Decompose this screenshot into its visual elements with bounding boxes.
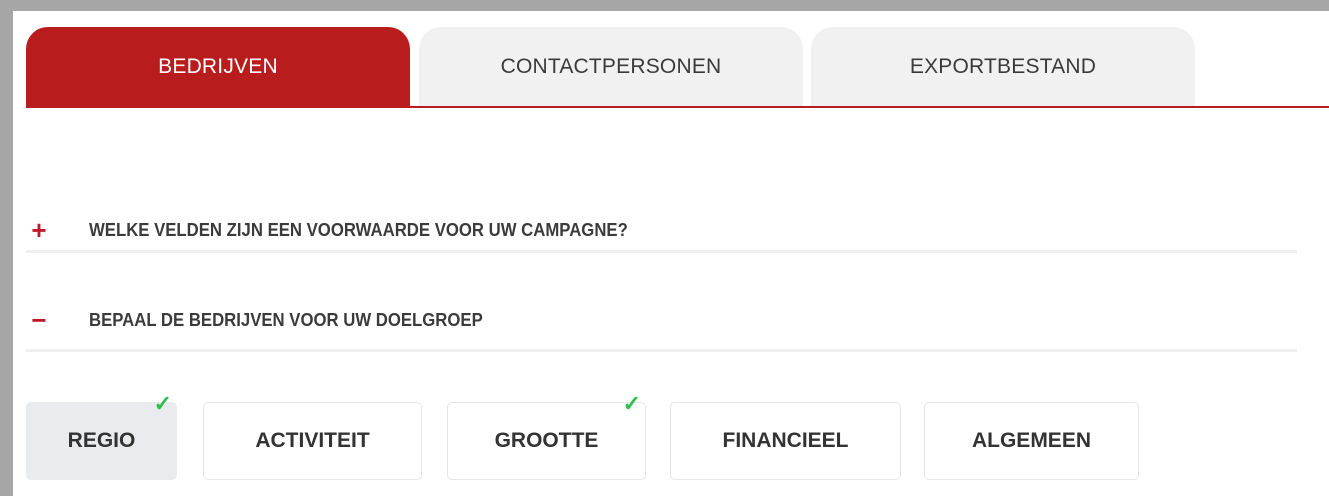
main-panel: BEDRIJVEN CONTACTPERSONEN EXPORTBESTAND … [13,11,1329,496]
minus-icon: − [31,305,47,335]
filter-grootte-label: GROOTTE [494,429,599,452]
section-voorwaarde-title: WELKE VELDEN ZIJN EEN VOORWAARDE VOOR UW… [89,219,628,240]
tab-contactpersonen-label: CONTACTPERSONEN [500,55,722,78]
filter-algemeen-label: ALGEMEEN [971,429,1091,452]
section-doelgroep-toggle[interactable]: − BEPAAL DE BEDRIJVEN VOOR UW DOELGROEP [26,296,1297,344]
filter-algemeen-button[interactable]: ALGEMEEN [924,402,1139,480]
tab-underline [26,106,1329,108]
filter-financieel-label: FINANCIEEL [722,429,849,452]
section-doelgroep-title: BEPAAL DE BEDRIJVEN VOOR UW DOELGROEP [89,309,483,330]
filter-grootte-button[interactable]: GROOTTE ✓ [447,393,646,480]
tab-exportbestand[interactable]: EXPORTBESTAND [811,27,1195,107]
filter-regio-button[interactable]: REGIO ✓ [26,393,177,480]
section-voorwaarde-toggle[interactable]: + WELKE VELDEN ZIJN EEN VOORWAARDE VOOR … [26,206,1297,254]
filter-financieel-button[interactable]: FINANCIEEL [670,402,901,480]
section-divider [26,250,1297,253]
section-divider [26,349,1297,352]
filter-regio-label: REGIO [67,429,136,452]
tab-bedrijven[interactable]: BEDRIJVEN [26,27,410,107]
tab-exportbestand-label: EXPORTBESTAND [909,55,1097,78]
tab-contactpersonen[interactable]: CONTACTPERSONEN [419,27,803,107]
check-icon: ✓ [153,391,172,416]
check-icon: ✓ [622,391,641,416]
tab-bedrijven-label: BEDRIJVEN [158,55,278,78]
filter-activiteit-label: ACTIVITEIT [255,429,370,452]
filter-activiteit-button[interactable]: ACTIVITEIT [203,402,422,480]
plus-icon: + [31,215,47,245]
